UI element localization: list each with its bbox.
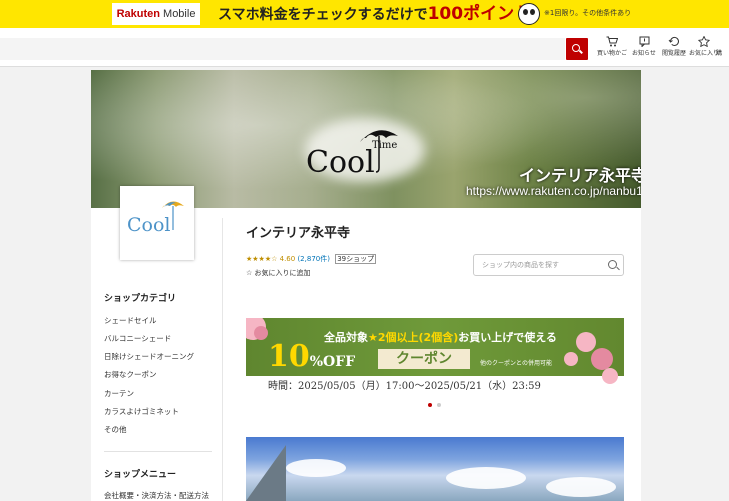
- rating-stars-icon: ★★★★☆: [246, 255, 278, 263]
- add-favorite-button[interactable]: ☆ お気に入りに追加: [246, 268, 311, 278]
- coupon-condition-post: お買い上げで使える: [458, 331, 557, 344]
- carousel-dot[interactable]: [437, 403, 441, 407]
- shop-rating[interactable]: ★★★★☆ 4.60 (2,870件) 39ショップ: [246, 254, 377, 264]
- star-outline-icon: ☆: [246, 269, 253, 277]
- purchase-history-label: 購: [716, 50, 723, 57]
- promo-headline-points: 100ポイント: [427, 4, 532, 24]
- purchase-history-link[interactable]: 購: [716, 36, 729, 58]
- global-header: 買い物かご お知らせ 閲覧履歴 お気に入り 購: [0, 28, 729, 67]
- category-link-balcony-shade[interactable]: バルコニーシェード: [104, 333, 171, 344]
- house-roof-shape: [246, 445, 286, 501]
- category-link-other[interactable]: その他: [104, 424, 127, 435]
- shop-search-placeholder: ショップ内の商品を探す: [482, 261, 559, 269]
- rakuten-mobile-logo: Rakuten Mobile: [112, 3, 200, 25]
- search-icon: [572, 44, 580, 52]
- coupon-off: %OFF: [309, 354, 356, 370]
- shop-search-input[interactable]: ショップ内の商品を探す: [473, 254, 624, 276]
- featured-product-image[interactable]: [246, 437, 624, 501]
- blossom-decoration: [576, 332, 596, 352]
- banner-logo-text: Cool: [306, 145, 375, 180]
- menu-link-company-info[interactable]: 会社概要・決済方法・配送方法: [104, 490, 209, 501]
- category-link-shade-sail[interactable]: シェードセイル: [104, 315, 157, 326]
- coupon-condition: 全品対象★2個以上(2個含)お買い上げで使える: [324, 329, 557, 345]
- panda-mascot-icon: [518, 3, 540, 25]
- cart-link[interactable]: 買い物かご: [594, 36, 630, 58]
- promo-brand-sub: Mobile: [163, 8, 196, 20]
- coupon-percent: 10: [268, 339, 310, 374]
- coupon-tag: クーポン: [378, 349, 470, 369]
- blossom-decoration: [564, 352, 578, 366]
- promo-note: ※1回限り。その他条件あり: [544, 9, 632, 17]
- banner-title: インテリア永平寺: [519, 166, 641, 185]
- cloud-shape: [446, 467, 526, 489]
- coupon-note: 他のクーポンとの併用可能: [480, 360, 552, 367]
- coupon-date: 時間：2025/05/05（月）17:00～2025/05/21（水）23:59: [268, 381, 541, 392]
- promo-headline: スマホ料金をチェックするだけで100ポイント: [218, 2, 531, 27]
- cart-label: 買い物かご: [596, 50, 627, 57]
- search-button[interactable]: [566, 38, 588, 60]
- category-link-awning[interactable]: 日除けシェードオーニング: [104, 351, 194, 362]
- global-search-input[interactable]: [0, 38, 565, 60]
- shop-count-badge[interactable]: 39ショップ: [335, 254, 377, 264]
- carousel-dot-active[interactable]: [428, 403, 432, 407]
- cloud-shape: [546, 477, 616, 497]
- more-icon: [716, 36, 729, 50]
- promo-brand-main: Rakuten: [116, 8, 160, 20]
- coupon-condition-qty: ★2個以上(2個含): [368, 331, 459, 344]
- search-icon[interactable]: [608, 260, 617, 269]
- shop-logo[interactable]: Cool: [120, 186, 194, 260]
- category-link-crow-net[interactable]: カラスよけゴミネット: [104, 406, 179, 417]
- blossom-decoration: [591, 348, 613, 370]
- shop-name: インテリア永平寺: [246, 226, 351, 241]
- banner-url: https://www.rakuten.co.jp/nanbu1205: [466, 184, 641, 198]
- cloud-shape: [286, 459, 346, 477]
- rating-value: 4.60: [279, 255, 296, 263]
- shop-category-heading: ショップカテゴリ: [104, 294, 177, 304]
- banner-logo: Cool Time: [306, 120, 426, 188]
- add-favorite-label: お気に入りに追加: [254, 269, 311, 277]
- promo-headline-pre: スマホ料金をチェックするだけで: [218, 7, 428, 23]
- category-link-coupons[interactable]: お得なクーポン: [104, 369, 157, 380]
- blossom-decoration: [602, 368, 618, 384]
- shop-logo-text: Cool: [127, 214, 171, 236]
- coupon-banner[interactable]: 全品対象★2個以上(2個含)お買い上げで使える 10%OFF クーポン 他のクー…: [246, 318, 624, 395]
- sidebar-separator: [104, 451, 212, 452]
- blossom-decoration: [254, 326, 268, 340]
- promo-banner[interactable]: Rakuten Mobile スマホ料金をチェックするだけで100ポイント ※1…: [0, 0, 729, 28]
- coupon-discount: 10%OFF: [268, 342, 355, 377]
- review-count-link[interactable]: (2,870件): [297, 255, 330, 263]
- banner-logo-small: Time: [372, 140, 397, 151]
- sidebar-divider: [222, 218, 223, 501]
- cart-icon: [594, 36, 630, 50]
- shop-menu-heading: ショップメニュー: [104, 470, 177, 480]
- category-link-curtain[interactable]: カーテン: [104, 388, 134, 399]
